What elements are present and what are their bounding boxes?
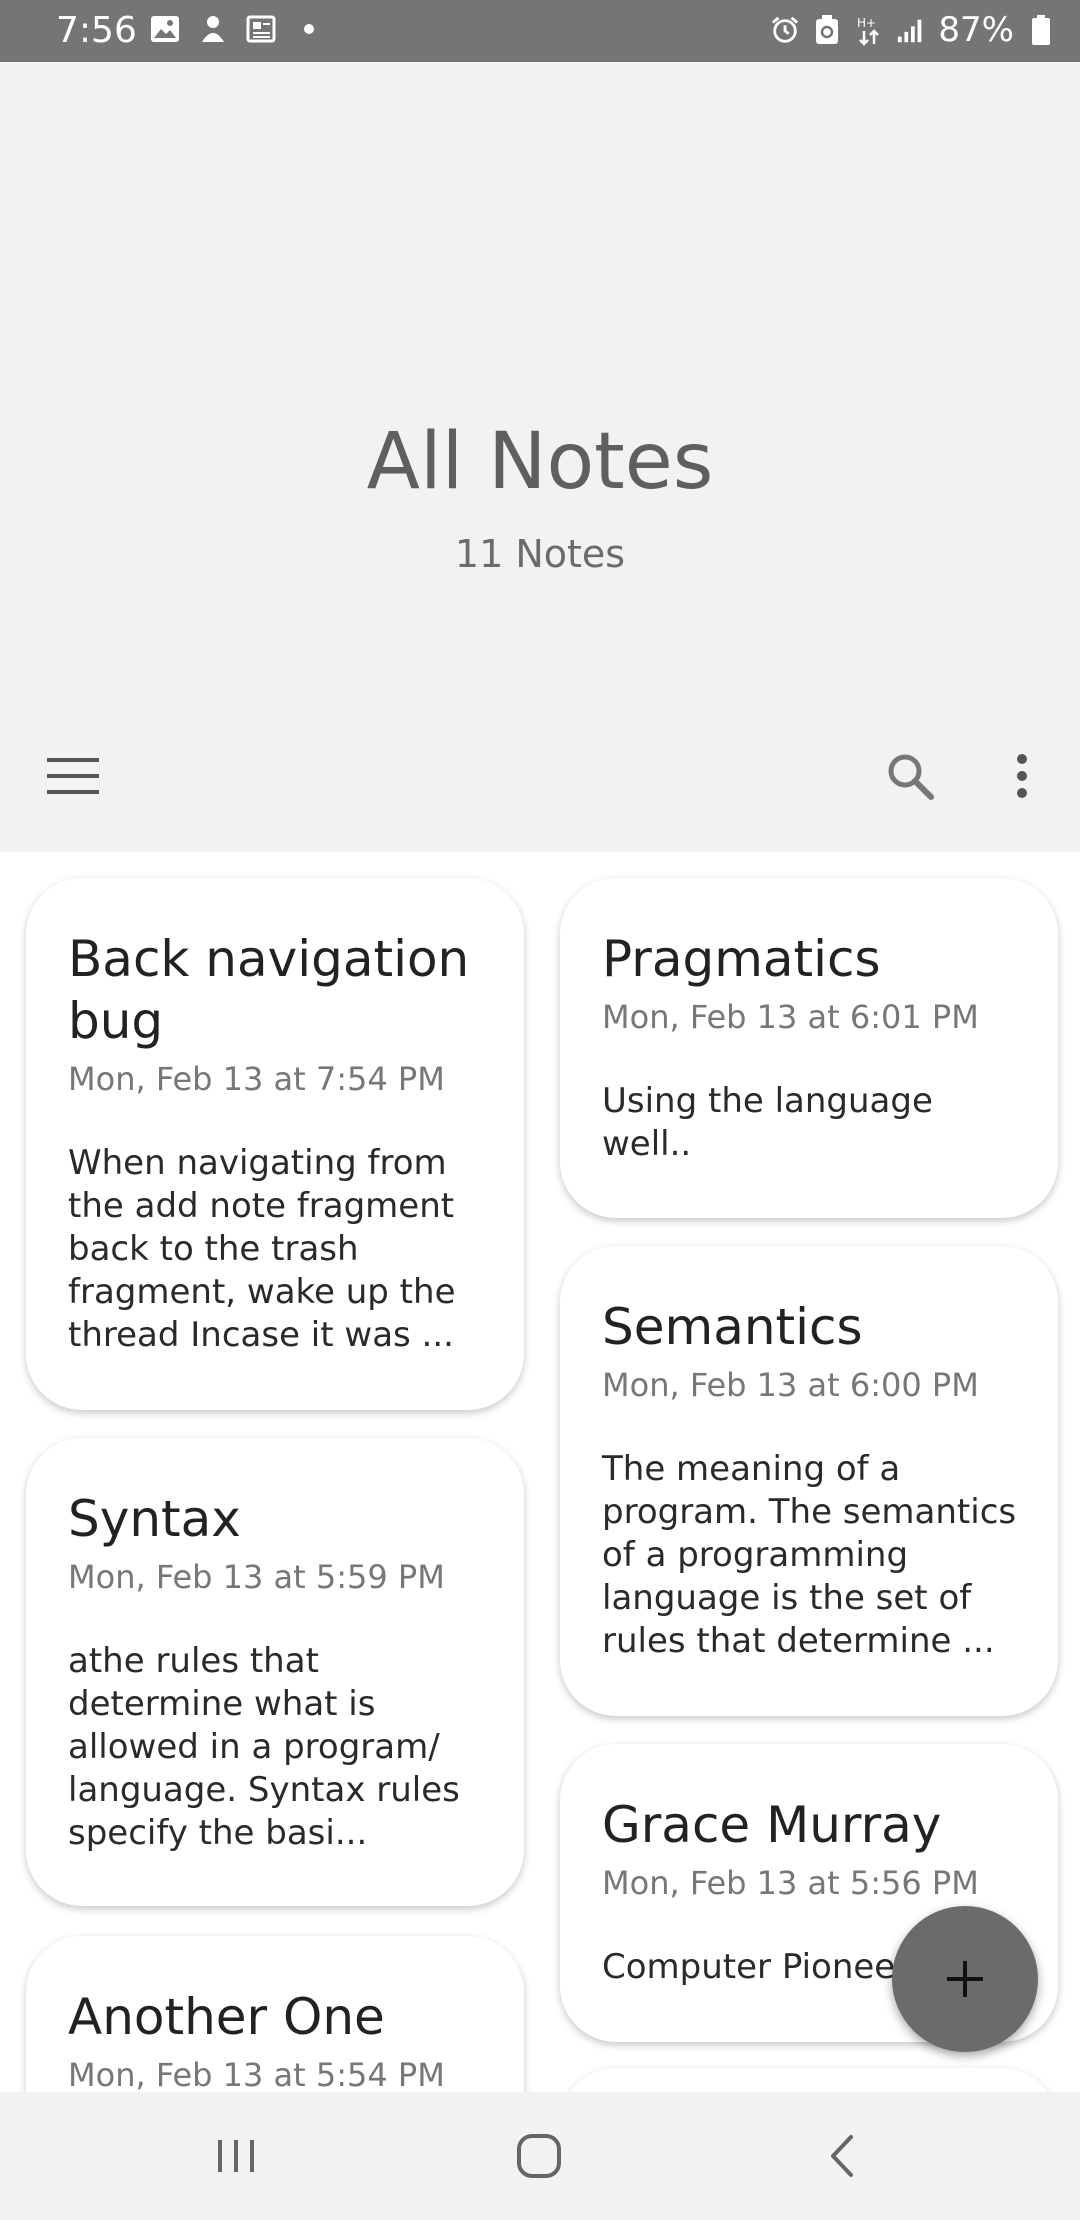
note-card[interactable]: Semantics Mon, Feb 13 at 6:00 PM The mea… (560, 1246, 1058, 1716)
note-title: Back navigation bug (68, 930, 470, 1050)
note-body: The meaning of a program. The semantics … (602, 1449, 1017, 1661)
note-date: Mon, Feb 13 at 5:54 PM (68, 2056, 445, 2092)
recents-icon (218, 2140, 254, 2172)
nav-bar (0, 2092, 1080, 2220)
note-body: athe rules that determine what is allowe… (68, 1641, 460, 1853)
more-vert-icon (1017, 754, 1027, 798)
note-card[interactable]: Another One Mon, Feb 13 at 5:54 PM (26, 1936, 524, 2092)
battery-saver-icon (812, 15, 842, 45)
back-button[interactable] (802, 2116, 882, 2196)
note-title: Pragmatics (602, 930, 881, 988)
more-options-button[interactable] (982, 736, 1062, 816)
note-date: Mon, Feb 13 at 6:01 PM (602, 998, 979, 1036)
battery-percent: 87% (938, 10, 1014, 50)
dot-icon (294, 14, 324, 44)
battery-icon (1026, 15, 1056, 45)
note-date: Mon, Feb 13 at 5:56 PM (602, 1864, 979, 1902)
note-card[interactable] (560, 2068, 1058, 2092)
note-title: Grace Murray (602, 1796, 942, 1854)
notification-icon (198, 14, 228, 44)
search-icon (888, 754, 934, 800)
note-card[interactable]: Pragmatics Mon, Feb 13 at 6:01 PM Using … (560, 878, 1058, 1218)
signal-icon (896, 15, 926, 45)
note-body: Using the language well.. (602, 1081, 933, 1164)
note-body: When navigating from the add note fragme… (68, 1143, 456, 1355)
news-icon (246, 14, 276, 44)
menu-icon (47, 758, 99, 794)
home-icon (517, 2134, 561, 2178)
note-title: Syntax (68, 1490, 241, 1548)
note-card[interactable]: Back navigation bug Mon, Feb 13 at 7:54 … (26, 878, 524, 1410)
note-date: Mon, Feb 13 at 7:54 PM (68, 1060, 445, 1098)
plus-icon (947, 1961, 983, 1997)
header: All Notes 11 Notes (0, 62, 1080, 852)
back-icon (831, 2135, 853, 2177)
note-card[interactable]: Syntax Mon, Feb 13 at 5:59 PM athe rules… (26, 1438, 524, 1906)
notes-grid: Back navigation bug Mon, Feb 13 at 7:54 … (0, 852, 1080, 2092)
note-date: Mon, Feb 13 at 5:59 PM (68, 1558, 445, 1596)
svg-text:H+: H+ (857, 16, 876, 30)
status-time: 7:56 (56, 10, 137, 51)
note-title: Another One (68, 1988, 385, 2046)
recents-button[interactable] (196, 2116, 276, 2196)
data-icon: H+ (854, 15, 884, 46)
home-button[interactable] (499, 2116, 579, 2196)
alarm-icon (770, 15, 800, 45)
note-title: Semantics (602, 1298, 863, 1356)
page-title: All Notes (366, 417, 714, 507)
notes-count: 11 Notes (454, 532, 626, 576)
add-note-button[interactable] (892, 1906, 1038, 2052)
note-date: Mon, Feb 13 at 6:00 PM (602, 1366, 979, 1404)
status-bar: 7:56 H+ 87% (0, 0, 1080, 62)
search-button[interactable] (870, 736, 950, 816)
menu-button[interactable] (33, 736, 113, 816)
image-icon (150, 14, 180, 44)
